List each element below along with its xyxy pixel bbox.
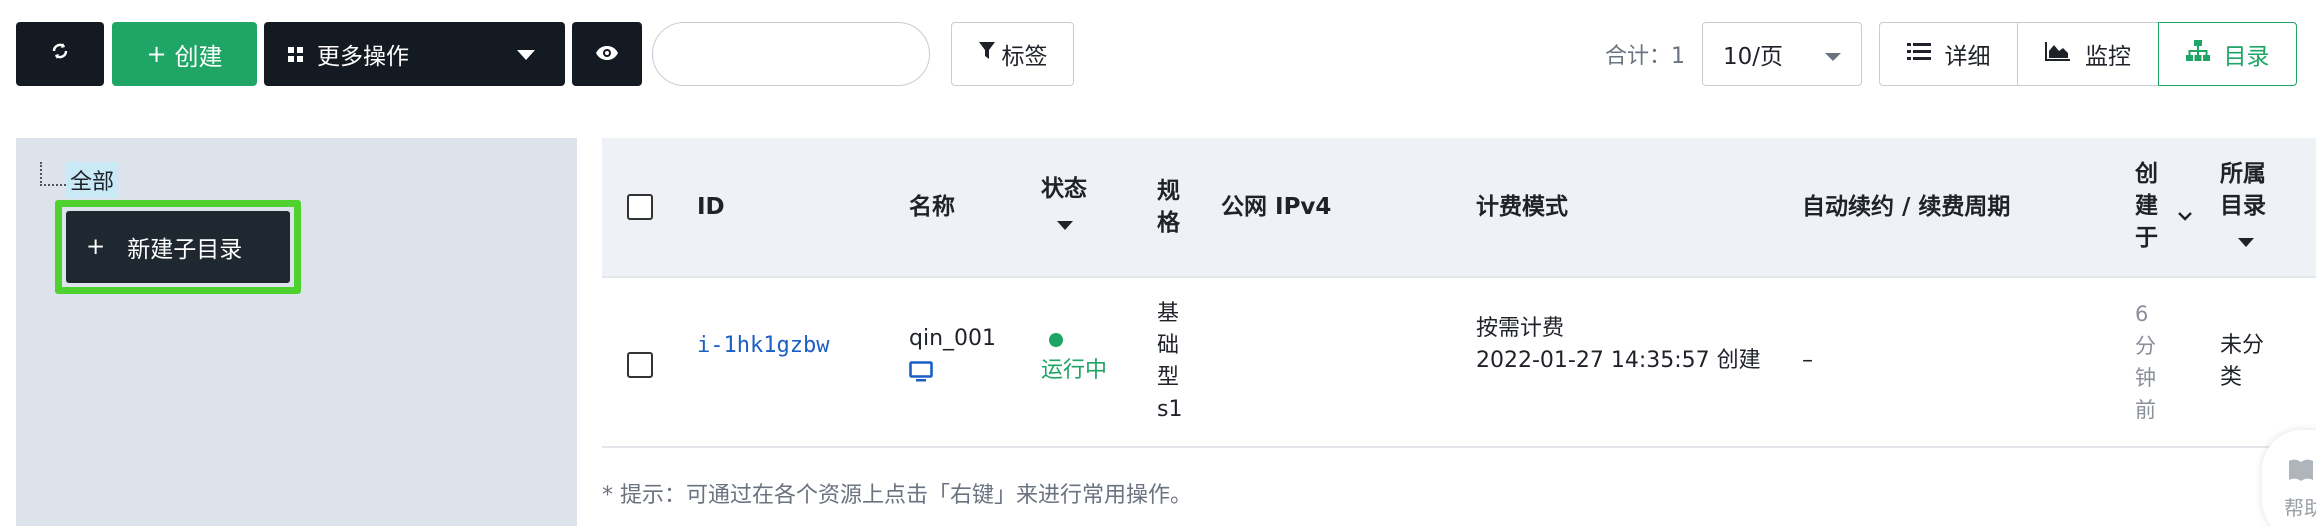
help-tab[interactable]: 帮助 — [2262, 430, 2316, 526]
spec-cell: 基础型s1 — [1157, 301, 1183, 422]
grid-icon — [288, 46, 303, 62]
chevron-down-icon — [2177, 198, 2193, 230]
row-divider — [602, 446, 2316, 448]
new-subdirectory-menu-item[interactable]: + 新建子目录 — [66, 211, 290, 283]
header-ipv4[interactable]: 公网 IPv4 — [1221, 191, 1331, 223]
instance-name: qin_001 — [909, 326, 997, 351]
page-size-select[interactable]: 10/页 — [1702, 22, 1862, 86]
column-visibility-button[interactable] — [572, 22, 642, 86]
view-directory-button[interactable]: 目录 — [2158, 22, 2297, 86]
header-id[interactable]: ID — [697, 191, 725, 223]
caret-down-icon — [517, 50, 535, 60]
view-monitor-button[interactable]: 监控 — [2016, 22, 2160, 86]
instance-name-cell: qin_001 — [909, 323, 996, 393]
chart-area-icon — [2045, 41, 2071, 67]
renew-cell: – — [1802, 348, 1813, 373]
view-directory-label: 目录 — [2223, 44, 2270, 70]
header-status-label: 状态 — [1041, 176, 1087, 202]
refresh-button[interactable] — [16, 22, 104, 86]
search-input[interactable] — [652, 22, 930, 86]
filter-icon — [978, 41, 996, 67]
page-size-value: 10/页 — [1723, 44, 1784, 70]
tag-label: 标签 — [1001, 44, 1048, 70]
instance-id-link[interactable]: i-1hk1gzbw — [697, 330, 837, 362]
table-header — [602, 138, 2316, 276]
filter-down-icon — [1057, 221, 1073, 230]
header-renew[interactable]: 自动续约 / 续费周期 — [1802, 191, 2010, 223]
monitor-icon[interactable] — [909, 361, 996, 393]
eye-icon — [595, 42, 619, 67]
tip-text: * 提示：可通过在各个资源上点击「右键」来进行常用操作。 — [602, 483, 1192, 508]
row-checkbox[interactable] — [627, 352, 653, 378]
help-label: 帮助 — [2284, 496, 2316, 520]
plus-icon: + — [146, 40, 167, 68]
header-name[interactable]: 名称 — [909, 191, 955, 223]
total-count: 合计：1 — [1605, 44, 1685, 69]
billing-mode: 按需计费 — [1476, 316, 1565, 341]
status-text: 运行中 — [1041, 358, 1108, 383]
header-divider — [602, 276, 2316, 278]
more-actions-dropdown[interactable]: 更多操作 — [264, 22, 565, 86]
view-monitor-label: 监控 — [2085, 44, 2131, 70]
tag-filter-button[interactable]: 标签 — [951, 22, 1074, 86]
select-all-checkbox[interactable] — [627, 194, 653, 220]
book-icon — [2288, 458, 2314, 488]
plus-icon: + — [86, 234, 106, 260]
status-cell: 运行中 — [1041, 333, 1107, 387]
created-cell: 6分钟前 — [2135, 302, 2156, 422]
billing-created-time: 2022-01-27 14:35:57 创建 — [1476, 348, 1761, 373]
tree-node-all[interactable]: 全部 — [66, 162, 119, 198]
header-directory-label: 所属目录 — [2220, 161, 2266, 219]
status-dot-icon — [1049, 333, 1063, 347]
create-label: 创建 — [174, 42, 223, 71]
billing-cell: 按需计费 2022-01-27 14:35:57 创建 — [1476, 313, 1766, 377]
view-detail-button[interactable]: 详细 — [1879, 22, 2018, 86]
header-spec[interactable]: 规格 — [1157, 175, 1183, 239]
directory-cell: 未分类 — [2220, 333, 2265, 390]
header-created[interactable]: 创建于 — [2135, 158, 2192, 254]
create-button[interactable]: + 创建 — [112, 22, 257, 86]
sitemap-icon — [2185, 40, 2210, 68]
header-status[interactable]: 状态 — [1041, 173, 1091, 239]
context-menu-highlight: + 新建子目录 — [55, 200, 301, 294]
new-subdirectory-label: 新建子目录 — [127, 237, 243, 263]
filter-down-icon — [2238, 238, 2254, 247]
view-switcher: 详细 监控 目录 — [1879, 22, 2297, 86]
caret-down-icon — [1825, 53, 1841, 61]
header-billing[interactable]: 计费模式 — [1476, 191, 1568, 223]
view-detail-label: 详细 — [1944, 44, 1991, 70]
header-directory[interactable]: 所属目录 — [2220, 158, 2272, 256]
list-icon — [1906, 41, 1931, 67]
refresh-icon — [49, 40, 71, 68]
tree-connector — [40, 162, 66, 186]
more-actions-label: 更多操作 — [317, 44, 409, 70]
header-created-label: 创建于 — [2135, 161, 2158, 251]
directory-tree-panel: 全部 + 新建子目录 — [16, 138, 577, 526]
